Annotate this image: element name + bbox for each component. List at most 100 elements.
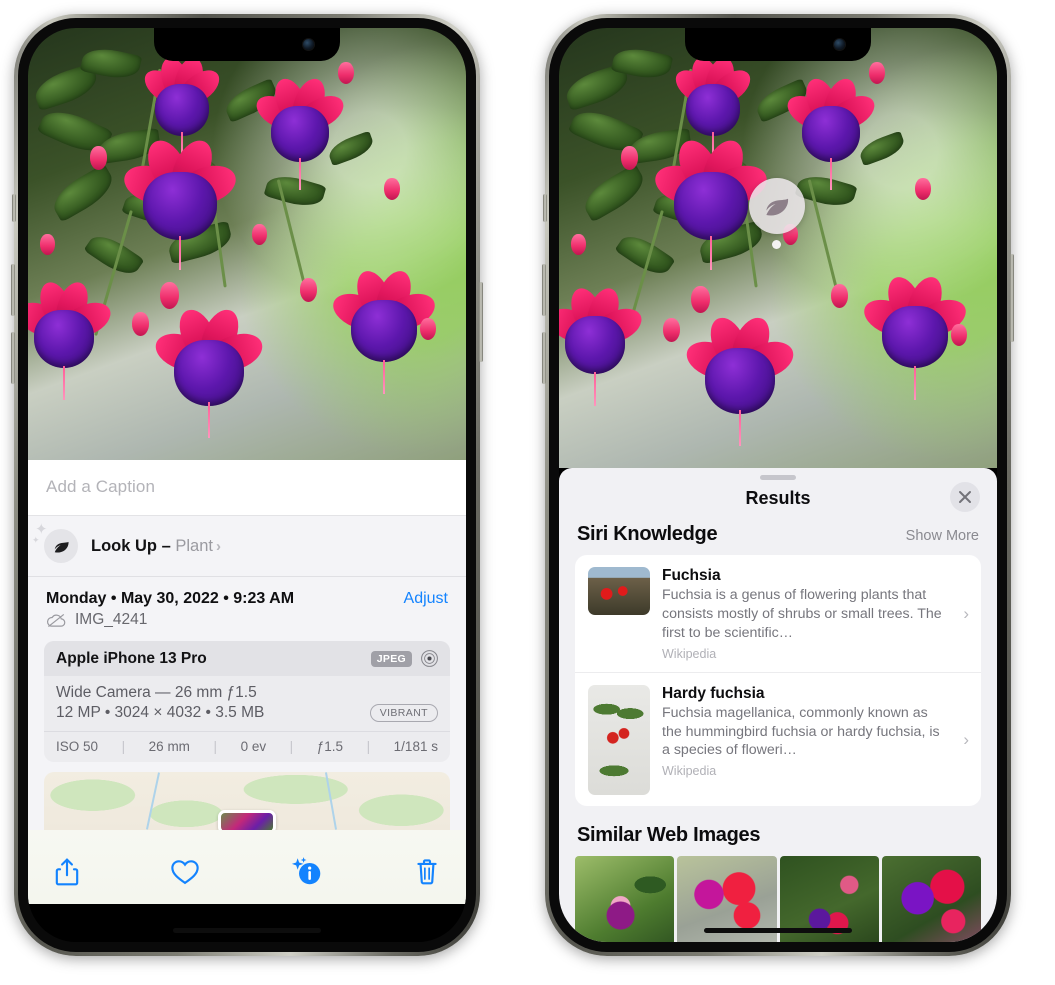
list-item[interactable]: Hardy fuchsia Fuchsia magellanica, commo… <box>575 671 981 806</box>
home-indicator[interactable] <box>704 928 852 933</box>
volume-up-button[interactable] <box>11 264 15 316</box>
front-camera <box>834 39 845 50</box>
right-iphone-device: Results Siri Knowledge Show More Fuchsia… <box>542 14 1014 956</box>
power-button[interactable] <box>1010 254 1014 342</box>
photo-toolbar <box>28 830 466 904</box>
fuchsia-bloom <box>150 304 268 438</box>
leaf-icon <box>766 198 789 216</box>
right-phone-screen: Results Siri Knowledge Show More Fuchsia… <box>559 28 997 942</box>
icloud-slash-icon <box>46 613 66 627</box>
exif-stat-separator: | <box>213 739 218 754</box>
photo-meta-row: Monday • May 30, 2022 • 9:23 AM Adjust <box>28 577 466 608</box>
trash-icon[interactable] <box>414 857 440 887</box>
similar-web-images-title: Similar Web Images <box>577 823 761 846</box>
knowledge-description: Fuchsia magellanica, commonly known as t… <box>662 704 940 759</box>
knowledge-thumbnail <box>588 684 650 795</box>
power-button[interactable] <box>479 282 483 362</box>
look-up-label: Look Up – Plant › <box>91 537 221 556</box>
siri-knowledge-header: Siri Knowledge Show More <box>559 523 997 555</box>
home-indicator[interactable] <box>173 928 321 933</box>
exif-stat-ev: 0 ev <box>240 739 267 754</box>
knowledge-title: Hardy fuchsia <box>662 684 765 702</box>
knowledge-source: Wikipedia <box>662 764 717 779</box>
look-up-badge: ✦ ✦ <box>32 522 78 563</box>
siri-knowledge-title: Siri Knowledge <box>577 523 718 545</box>
notch <box>685 28 871 61</box>
format-badge: JPEG <box>370 650 412 667</box>
screenshot-canvas: Add a Caption ✦ ✦ Look Up – Plant › Mond… <box>0 0 1055 985</box>
exif-stat-iso: ISO 50 <box>56 739 99 754</box>
notch <box>154 28 340 61</box>
exif-card[interactable]: Apple iPhone 13 Pro JPEG Wide Camera — 2… <box>44 641 450 762</box>
adjust-button[interactable]: Adjust <box>404 590 448 608</box>
knowledge-description: Fuchsia is a genus of flowering plants t… <box>662 587 942 641</box>
exif-lens-block: Wide Camera — 26 mm ƒ1.5 12 MP • 3024 × … <box>44 676 450 731</box>
results-header: Results <box>559 480 997 523</box>
left-phone-screen: Add a Caption ✦ ✦ Look Up – Plant › Mond… <box>28 28 466 942</box>
fuchsia-bloom <box>681 312 799 446</box>
photo-filename: IMG_4241 <box>75 611 148 628</box>
heart-icon[interactable] <box>170 858 200 886</box>
info-sparkle-icon[interactable] <box>290 856 324 888</box>
exif-header-badges: JPEG <box>370 649 439 668</box>
silent-switch[interactable] <box>12 194 16 222</box>
visual-look-up-badge[interactable] <box>749 178 805 234</box>
caption-placeholder: Add a Caption <box>46 477 156 496</box>
close-icon <box>959 491 971 503</box>
exif-header: Apple iPhone 13 Pro JPEG <box>44 641 450 676</box>
web-image-4[interactable] <box>881 855 981 942</box>
silent-switch[interactable] <box>543 194 547 222</box>
fuchsia-bloom <box>118 134 242 270</box>
share-icon[interactable] <box>54 857 80 887</box>
aperture-icon <box>421 650 438 667</box>
look-up-title: Look Up – <box>91 536 176 555</box>
exif-size-row: 12 MP • 3024 × 4032 • 3.5 MB VIBRANT <box>56 704 438 722</box>
leaf-icon <box>54 541 69 553</box>
file-row: IMG_4241 <box>28 608 466 641</box>
photo-viewer[interactable] <box>28 28 466 460</box>
visual-look-up-pointer <box>772 240 781 249</box>
chevron-right-icon: › <box>963 603 969 623</box>
lens-description: Wide Camera — 26 mm ƒ1.5 <box>56 684 257 701</box>
photo-date: Monday • May 30, 2022 • 9:23 AM <box>46 590 295 607</box>
chevron-right-icon: › <box>215 537 221 555</box>
caption-input-row[interactable]: Add a Caption <box>28 460 466 516</box>
look-up-subject: Plant <box>175 536 213 555</box>
web-image-1[interactable] <box>575 855 675 942</box>
chevron-right-icon: › <box>963 729 969 749</box>
photo-info-sheet: Add a Caption ✦ ✦ Look Up – Plant › Mond… <box>28 460 466 942</box>
knowledge-text: Fuchsia Fuchsia is a genus of flowering … <box>662 567 949 661</box>
location-map[interactable] <box>44 772 450 830</box>
volume-up-button[interactable] <box>542 264 546 316</box>
camera-device-name: Apple iPhone 13 Pro <box>56 649 207 667</box>
exif-stats-row: ISO 50 | 26 mm | 0 ev | ƒ1.5 | 1/181 s <box>44 731 450 762</box>
close-button[interactable] <box>950 482 980 512</box>
knowledge-source: Wikipedia <box>662 646 717 661</box>
similar-web-images-header: Similar Web Images <box>559 806 997 856</box>
knowledge-text: Hardy fuchsia Fuchsia magellanica, commo… <box>662 685 949 779</box>
left-iphone-device: Add a Caption ✦ ✦ Look Up – Plant › Mond… <box>11 14 483 956</box>
fuchsia-bloom <box>28 278 116 400</box>
exif-stat-separator: | <box>366 739 371 754</box>
knowledge-title: Fuchsia <box>662 567 721 584</box>
knowledge-thumbnail <box>588 567 650 615</box>
look-up-row[interactable]: ✦ ✦ Look Up – Plant › <box>28 516 466 577</box>
volume-down-button[interactable] <box>542 332 546 384</box>
exif-stat-separator: | <box>121 739 126 754</box>
sparkle-small-icon: ✦ <box>32 535 40 545</box>
exif-stat-separator: | <box>289 739 294 754</box>
fuchsia-bloom <box>250 74 350 190</box>
exif-stat-shutter: 1/181 s <box>393 739 438 754</box>
photographic-style-badge: VIBRANT <box>369 704 438 722</box>
volume-down-button[interactable] <box>11 332 15 384</box>
results-sheet: Results Siri Knowledge Show More Fuchsia… <box>559 468 997 942</box>
exif-stat-focal: 26 mm <box>148 739 190 754</box>
list-item[interactable]: Fuchsia Fuchsia is a genus of flowering … <box>575 555 981 672</box>
photo-location-pin[interactable] <box>218 810 276 830</box>
photo-size-line: 12 MP • 3024 × 4032 • 3.5 MB <box>56 704 265 721</box>
show-more-button[interactable]: Show More <box>906 528 979 544</box>
front-camera <box>303 39 314 50</box>
siri-knowledge-card: Fuchsia Fuchsia is a genus of flowering … <box>575 555 981 806</box>
photo-viewer[interactable] <box>559 28 997 468</box>
exif-stat-aperture: ƒ1.5 <box>316 739 344 754</box>
